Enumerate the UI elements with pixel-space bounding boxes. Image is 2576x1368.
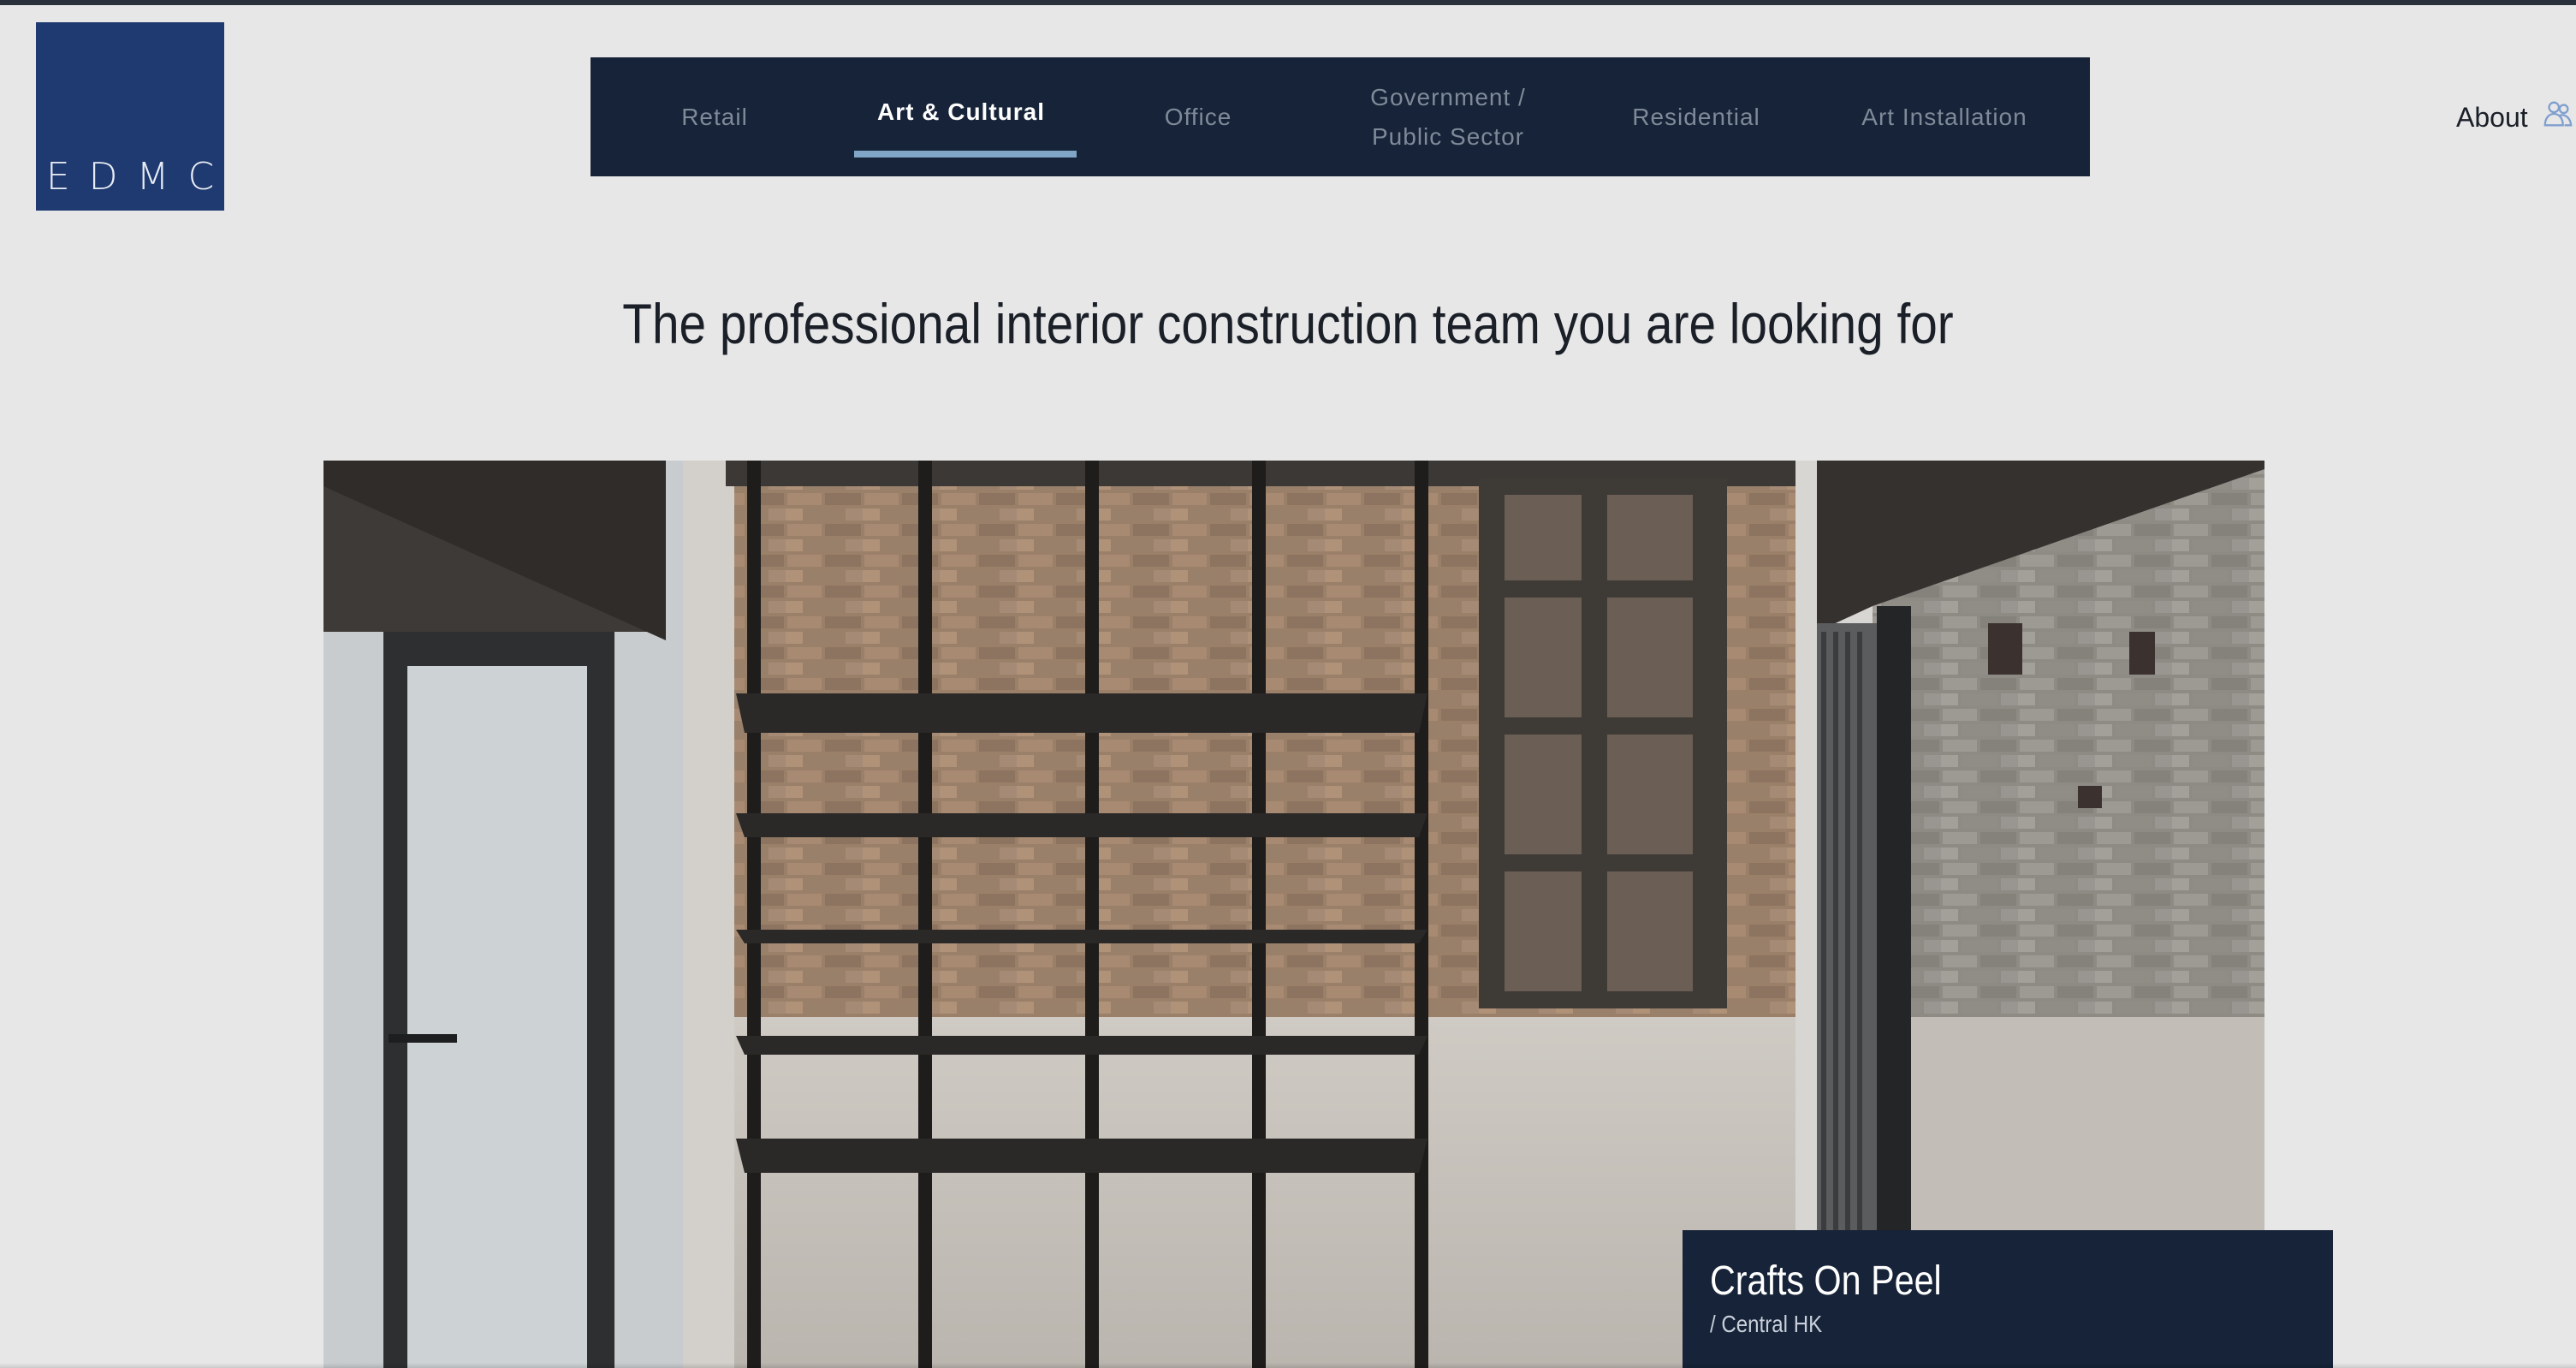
logo-text: EDMC — [45, 155, 234, 199]
people-icon — [2542, 98, 2574, 137]
page-headline: The professional interior construction t… — [622, 292, 1954, 355]
project-caption-card[interactable]: Crafts On Peel / Central HK — [1683, 1230, 2333, 1368]
category-nav: Retail Art & Cultural Office Government … — [591, 57, 2090, 176]
nav-item-label: Office — [1164, 103, 1232, 130]
nav-item-art-installation[interactable]: Art Installation — [1816, 57, 2073, 176]
nav-item-retail[interactable]: Retail — [591, 57, 839, 176]
project-title: Crafts On Peel — [1710, 1258, 1942, 1304]
edmc-logo[interactable]: EDMC — [36, 22, 224, 211]
nav-item-label: Art & Cultural — [877, 98, 1045, 125]
window-top-border — [0, 0, 2576, 5]
nav-item-label: Retail — [681, 103, 748, 130]
nav-item-label: Art Installation — [1861, 103, 2027, 130]
nav-item-residential[interactable]: Residential — [1576, 57, 1816, 176]
nav-item-label: Government / Public Sector — [1370, 83, 1526, 150]
about-label: About — [2456, 101, 2528, 133]
project-location: / Central HK — [1710, 1311, 1823, 1337]
nav-item-label: Residential — [1632, 103, 1760, 130]
about-link[interactable]: About — [2456, 98, 2574, 137]
nav-item-office[interactable]: Office — [1077, 57, 1320, 176]
window-bottom-shadow — [0, 1363, 2576, 1368]
active-tab-underline — [854, 151, 1077, 158]
nav-item-government-public-sector[interactable]: Government / Public Sector — [1320, 57, 1576, 176]
